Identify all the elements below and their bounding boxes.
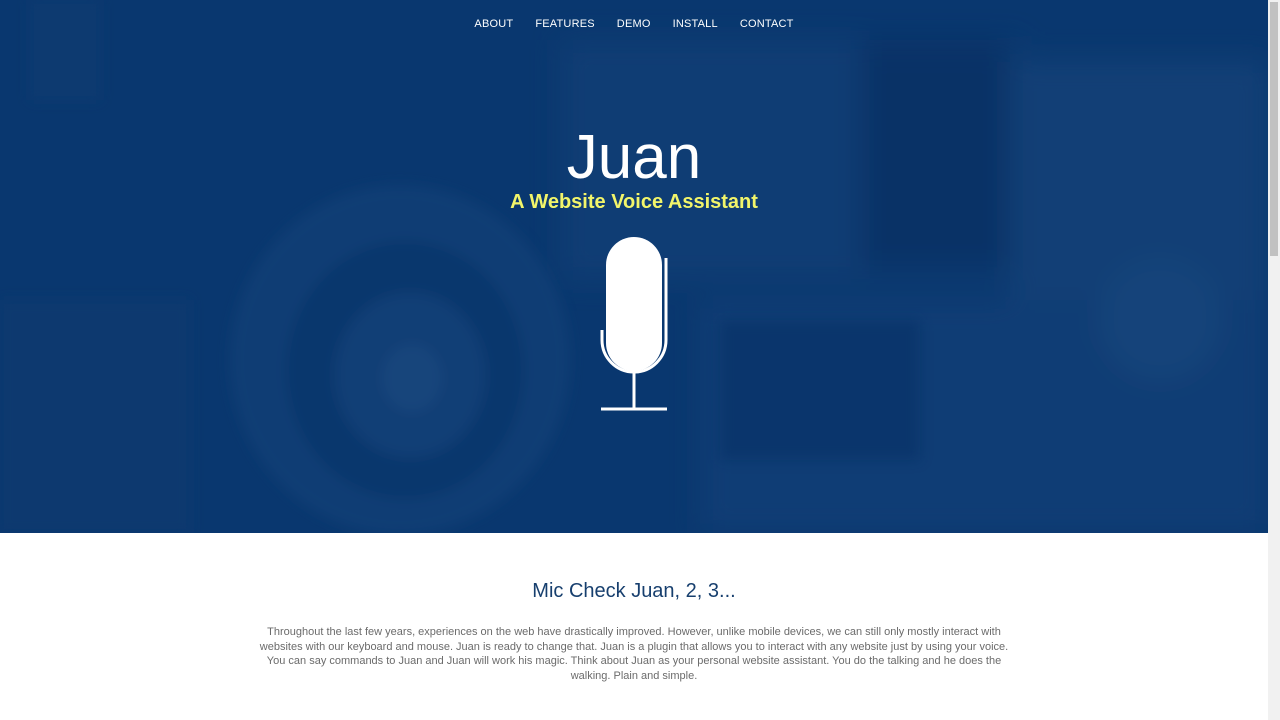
hero-section: ABOUT FEATURES DEMO INSTALL CONTACT Juan… [0,0,1268,533]
scrollbar-thumb[interactable] [1270,2,1278,256]
page-scrollbar[interactable] [1268,0,1280,720]
about-section: Mic Check Juan, 2, 3... Throughout the l… [0,533,1268,720]
microphone-icon[interactable] [598,234,670,414]
main-nav: ABOUT FEATURES DEMO INSTALL CONTACT [0,17,1268,31]
hero-title: Juan [566,123,702,192]
about-heading: Mic Check Juan, 2, 3... [532,580,736,602]
nav-item-demo[interactable]: DEMO [617,17,651,31]
about-body-text: Throughout the last few years, experienc… [259,626,1009,682]
page: ABOUT FEATURES DEMO INSTALL CONTACT Juan… [0,0,1280,720]
hero-subtitle: A Website Voice Assistant [510,191,758,213]
nav-item-install[interactable]: INSTALL [673,17,718,31]
nav-item-contact[interactable]: CONTACT [740,17,794,31]
nav-item-about[interactable]: ABOUT [474,17,513,31]
nav-item-features[interactable]: FEATURES [535,17,594,31]
